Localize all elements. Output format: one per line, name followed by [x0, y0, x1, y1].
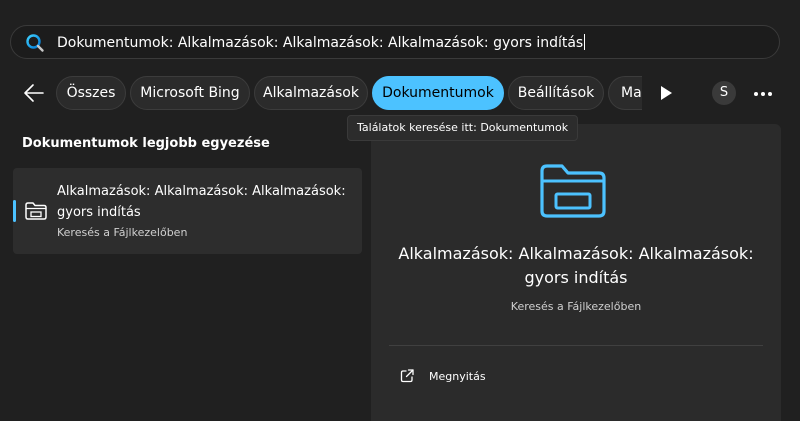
folder-icon: [540, 164, 606, 218]
filter-chip-truncated[interactable]: Ma: [608, 76, 642, 110]
search-query: Dokumentumok: Alkalmazások: Alkalmazások…: [57, 35, 584, 51]
preview-title: Alkalmazások: Alkalmazások: Alkalmazások…: [398, 244, 754, 287]
filter-chip-settings[interactable]: Beállítások: [508, 76, 604, 110]
preview-panel: Alkalmazások: Alkalmazások: Alkalmazások…: [371, 124, 781, 421]
result-subtitle: Keresés a Fájlkezelőben: [57, 226, 188, 239]
preview-subtitle: Keresés a Fájlkezelőben: [510, 300, 642, 313]
search-icon: [26, 34, 44, 52]
text-cursor: [584, 34, 586, 50]
open-external-icon: [400, 369, 414, 383]
filter-chip-documents[interactable]: Dokumentumok: [372, 76, 504, 110]
divider: [389, 345, 763, 346]
section-title: Dokumentumok legjobb egyezése: [22, 136, 270, 151]
avatar[interactable]: S: [712, 81, 736, 105]
search-input[interactable]: Dokumentumok: Alkalmazások: Alkalmazások…: [57, 34, 586, 51]
filter-chip-apps[interactable]: Alkalmazások: [254, 76, 368, 110]
filter-chip-all[interactable]: Összes: [56, 76, 126, 110]
folder-icon: [25, 202, 47, 220]
play-icon[interactable]: [659, 85, 673, 101]
selection-indicator: [13, 200, 16, 222]
search-box[interactable]: Dokumentumok: Alkalmazások: Alkalmazások…: [10, 25, 780, 59]
filter-chip-bing[interactable]: Microsoft Bing: [130, 76, 250, 110]
tooltip: Találatok keresése itt: Dokumentumok: [347, 115, 579, 141]
result-title: Alkalmazások: Alkalmazások: Alkalmazások…: [57, 184, 346, 220]
more-options-icon[interactable]: [754, 92, 772, 96]
best-match-result[interactable]: Alkalmazások: Alkalmazások: Alkalmazások…: [13, 168, 362, 254]
open-label: Megnyitás: [429, 370, 486, 383]
back-arrow-icon[interactable]: [22, 82, 46, 104]
